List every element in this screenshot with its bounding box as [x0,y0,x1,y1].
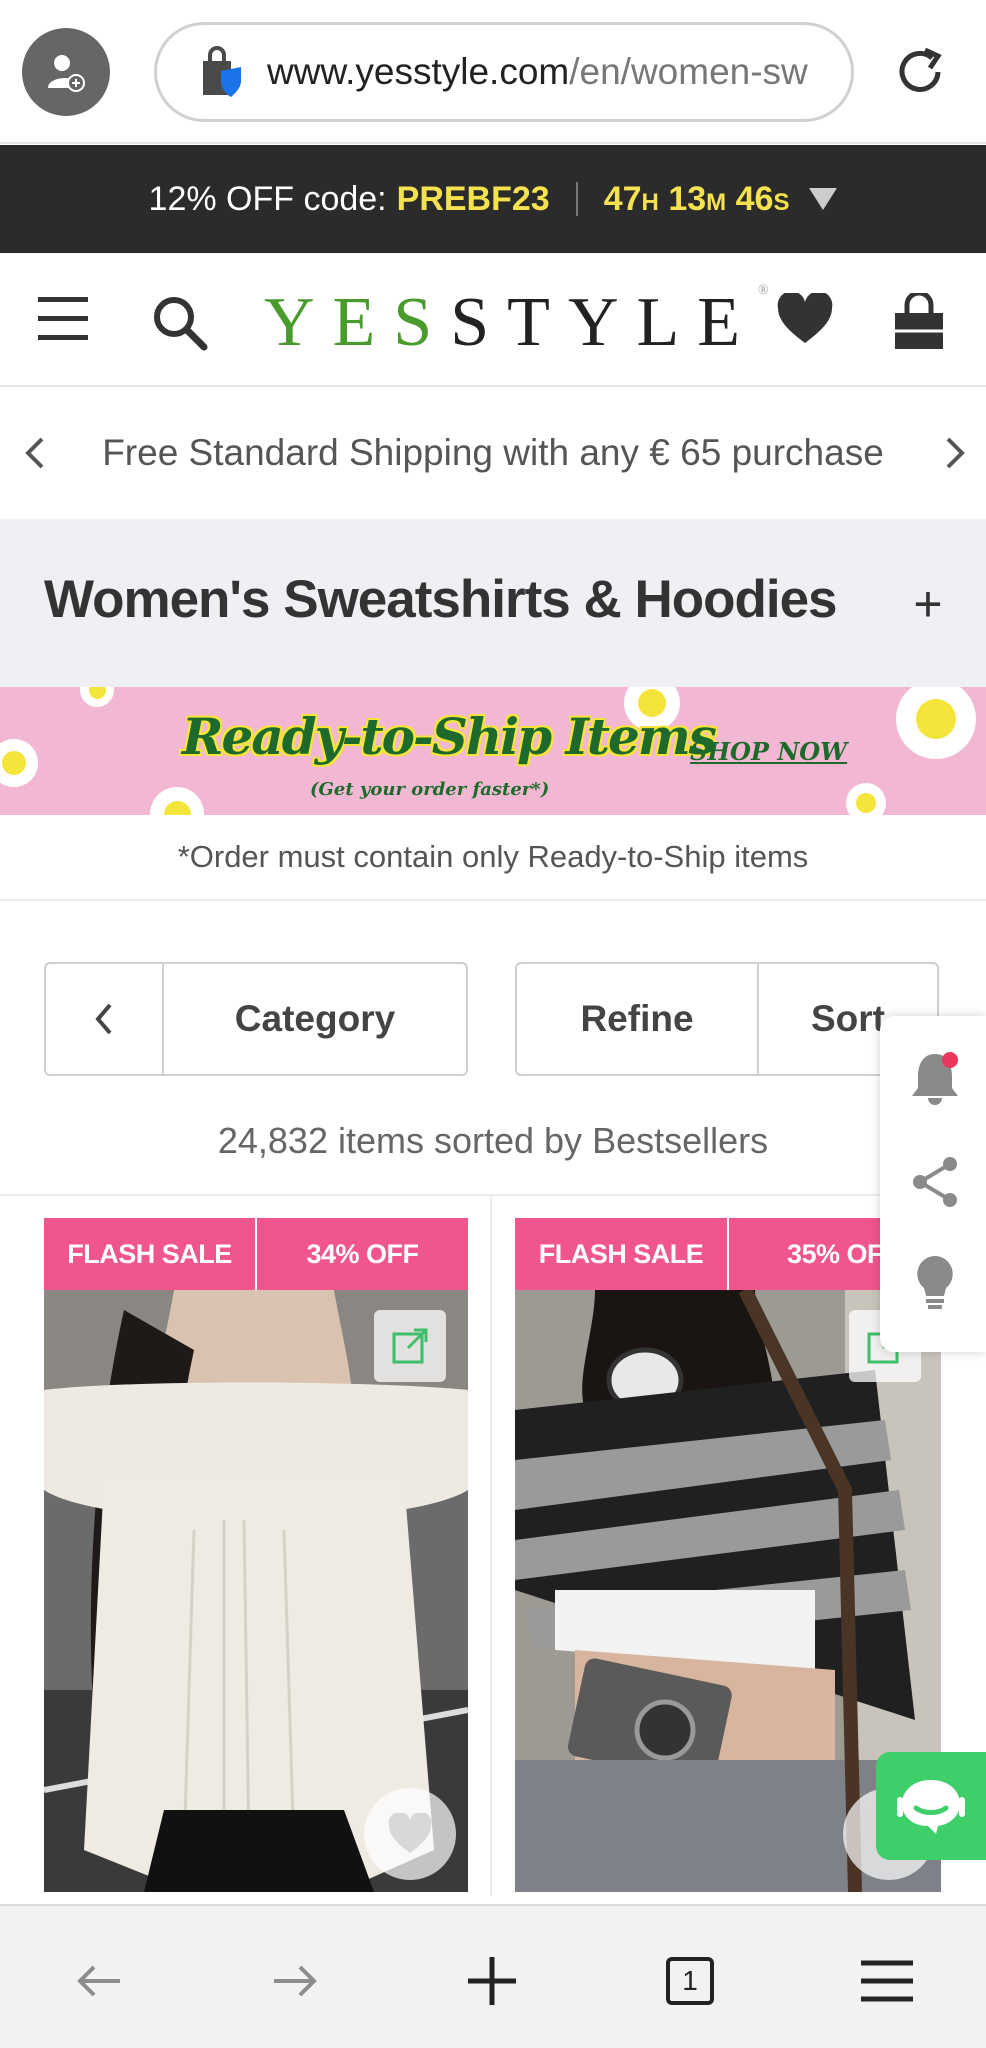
floating-tools [880,1016,986,1352]
notification-bell-icon[interactable] [910,1050,960,1106]
flower-decoration [896,687,976,759]
flower-decoration [846,783,886,815]
banner-subtitle: (Get your order faster*) [310,779,550,800]
chevron-right-icon[interactable] [940,433,970,473]
banner-note: *Order must contain only Ready-to-Ship i… [0,815,986,901]
promo-countdown: 47H 13M 46S [603,179,790,218]
page-title: Women's Sweatshirts & Hoodies [44,570,838,629]
category-button[interactable]: Category [164,964,466,1074]
search-icon[interactable] [150,293,210,353]
promo-banner[interactable]: 12% OFF code: PREBF23 47H 13M 46S [0,145,986,253]
profile-icon[interactable] [22,28,110,116]
browser-bottom-nav: 1 [0,1904,986,2048]
caret-down-icon[interactable] [809,188,838,210]
site-info-icon[interactable] [197,45,247,99]
flower-decoration [80,687,114,707]
divider [490,1196,492,1896]
refine-button[interactable]: Refine [517,964,759,1074]
flower-decoration [0,739,38,787]
forward-arrow-icon[interactable] [260,1946,330,2016]
hamburger-menu-icon[interactable] [38,297,88,341]
browser-toolbar: www.yesstyle.com/en/women-sw [0,0,986,144]
flash-sale-badge: FLASH SALE [538,1238,704,1269]
reload-icon[interactable] [888,40,952,104]
favorite-heart-icon[interactable] [364,1788,456,1880]
promo-offer-label: 12% OFF code: [148,179,387,218]
shipping-carousel: Free Standard Shipping with any € 65 pur… [0,387,986,519]
tab-count: 1 [666,1957,714,2005]
back-arrow-icon[interactable] [64,1946,134,2016]
promo-code: PREBF23 [396,179,550,218]
address-bar[interactable]: www.yesstyle.com/en/women-sw [154,22,854,122]
refine-sort-group: Refine Sort [515,962,939,1076]
menu-icon[interactable] [852,1946,922,2016]
expand-plus-icon[interactable]: + [908,579,948,629]
category-filter-group: Category [44,962,468,1076]
divider [0,1194,986,1196]
tabs-counter-icon[interactable]: 1 [655,1946,725,2016]
chevron-left-icon[interactable] [20,433,50,473]
flower-decoration [150,787,204,815]
result-summary: 24,832 items sorted by Bestsellers [217,1120,769,1161]
back-category-button[interactable] [46,964,164,1074]
divider [575,182,578,216]
wishlist-heart-icon[interactable] [776,291,834,351]
chat-icon[interactable] [876,1752,986,1860]
site-header: YESSTYLE® [0,253,986,387]
product-badges: FLASH SALE 34% OFF [44,1218,468,1290]
product-badges: FLASH SALE 35% OF [515,1218,941,1290]
shipping-message: Free Standard Shipping with any € 65 pur… [102,432,884,473]
ready-to-ship-banner[interactable]: Ready-to-Ship Items (Get your order fast… [0,687,986,815]
share-icon[interactable] [910,1154,960,1210]
url-text: www.yesstyle.com/en/women-sw [267,51,808,92]
product-card[interactable]: FLASH SALE 34% OFF [44,1218,468,1892]
yesstyle-logo[interactable]: YESSTYLE® [264,283,769,361]
shopping-bag-icon[interactable] [892,290,946,351]
new-tab-plus-icon[interactable] [457,1946,527,2016]
open-external-icon[interactable] [374,1310,446,1382]
discount-badge: 34% OFF [255,1218,468,1290]
shop-now-link[interactable]: SHOP NOW [690,737,847,766]
banner-title: Ready-to-Ship Items [182,707,717,766]
chevron-left-icon [95,1003,112,1035]
flash-sale-badge: FLASH SALE [67,1238,232,1269]
lightbulb-icon[interactable] [910,1252,960,1309]
category-header: Women's Sweatshirts & Hoodies + [0,519,986,687]
